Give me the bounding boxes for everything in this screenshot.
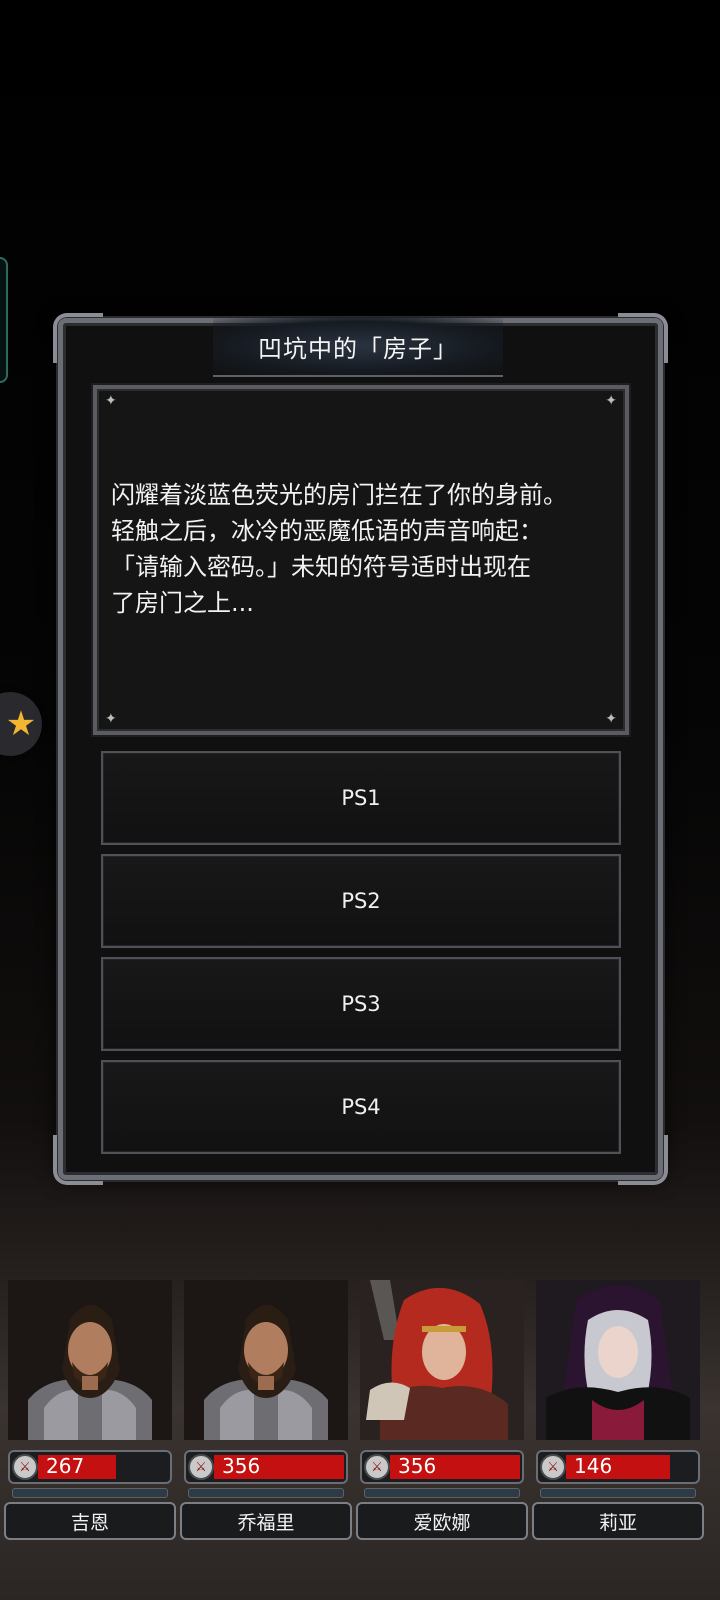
event-title: 凹坑中的「房子」	[258, 334, 458, 363]
story-line: 轻触之后，冰冷的恶魔低语的声音响起：	[111, 517, 543, 545]
star-icon: ★	[5, 704, 37, 744]
choice-button-ps2[interactable]: PS2	[101, 854, 621, 948]
secondary-bar	[540, 1488, 696, 1498]
knight-portrait	[8, 1280, 172, 1440]
story-panel: ✦ ✦ ✦ ✦ 闪耀着淡蓝色荧光的房门拦在了你的身前。 轻触之后，冰冷的恶魔低语…	[93, 385, 629, 735]
story-line: 闪耀着淡蓝色荧光的房门拦在了你的身前。	[111, 481, 567, 509]
name-plate: 莉亚	[532, 1502, 704, 1540]
frame-corner-ornament	[618, 313, 668, 363]
sword-icon: ⚔	[540, 1454, 566, 1480]
hp-value: 356	[222, 1454, 261, 1478]
name-plate: 爱欧娜	[356, 1502, 528, 1540]
frame-corner-ornament	[618, 1135, 668, 1185]
member-name: 莉亚	[598, 1511, 637, 1534]
hp-value: 146	[574, 1454, 613, 1478]
member-name: 乔福里	[237, 1511, 295, 1534]
story-line: 「请输入密码。」未知的符号适时出现在	[111, 553, 531, 581]
event-dialog: 凹坑中的「房子」 ✦ ✦ ✦ ✦ 闪耀着淡蓝色荧光的房门拦在了你的身前。 轻触之…	[53, 313, 668, 1185]
party-member[interactable]: ⚔ 356 乔福里	[176, 1280, 352, 1540]
secondary-bar	[188, 1488, 344, 1498]
frame-corner-ornament	[53, 1135, 103, 1185]
secondary-bar	[364, 1488, 520, 1498]
hp-value: 267	[46, 1454, 85, 1478]
choice-label: PS1	[341, 786, 381, 810]
hp-bar: ⚔ 267	[8, 1450, 172, 1484]
choice-button-ps3[interactable]: PS3	[101, 957, 621, 1051]
party-member[interactable]: ⚔ 267 吉恩	[0, 1280, 176, 1540]
choice-label: PS3	[341, 992, 381, 1016]
choice-label: PS2	[341, 889, 381, 913]
sword-icon: ⚔	[12, 1454, 38, 1480]
sparkle-icon: ✦	[605, 393, 617, 409]
hooded-sorceress-portrait	[536, 1280, 700, 1440]
sword-icon: ⚔	[364, 1454, 390, 1480]
sparkle-icon: ✦	[105, 393, 117, 409]
event-title-bar: 凹坑中的「房子」	[213, 317, 503, 377]
choice-button-ps4[interactable]: PS4	[101, 1060, 621, 1154]
sparkle-icon: ✦	[605, 711, 617, 727]
floating-star-button[interactable]: ★	[0, 692, 42, 756]
name-plate: 吉恩	[4, 1502, 176, 1540]
knight-portrait	[184, 1280, 348, 1440]
sparkle-icon: ✦	[105, 711, 117, 727]
frame-corner-ornament	[53, 313, 103, 363]
red-haired-warrior-portrait	[360, 1280, 524, 1440]
choice-button-ps1[interactable]: PS1	[101, 751, 621, 845]
side-drawer-tab[interactable]	[0, 257, 8, 383]
story-line: 了房门之上...	[111, 589, 254, 617]
member-name: 吉恩	[70, 1511, 109, 1534]
sword-icon: ⚔	[188, 1454, 214, 1480]
member-name: 爱欧娜	[413, 1511, 471, 1534]
party-bar: ⚔ 267 吉恩 ⚔ 356 乔福里 ⚔ 356 爱欧娜 ⚔ 146 莉亚	[0, 1280, 720, 1540]
hp-bar: ⚔ 356	[360, 1450, 524, 1484]
story-text: 闪耀着淡蓝色荧光的房门拦在了你的身前。 轻触之后，冰冷的恶魔低语的声音响起： 「…	[111, 477, 611, 621]
hp-bar: ⚔ 146	[536, 1450, 700, 1484]
secondary-bar	[12, 1488, 168, 1498]
hp-bar: ⚔ 356	[184, 1450, 348, 1484]
party-member[interactable]: ⚔ 146 莉亚	[528, 1280, 704, 1540]
hp-value: 356	[398, 1454, 437, 1478]
name-plate: 乔福里	[180, 1502, 352, 1540]
choice-label: PS4	[341, 1095, 381, 1119]
party-member[interactable]: ⚔ 356 爱欧娜	[352, 1280, 528, 1540]
